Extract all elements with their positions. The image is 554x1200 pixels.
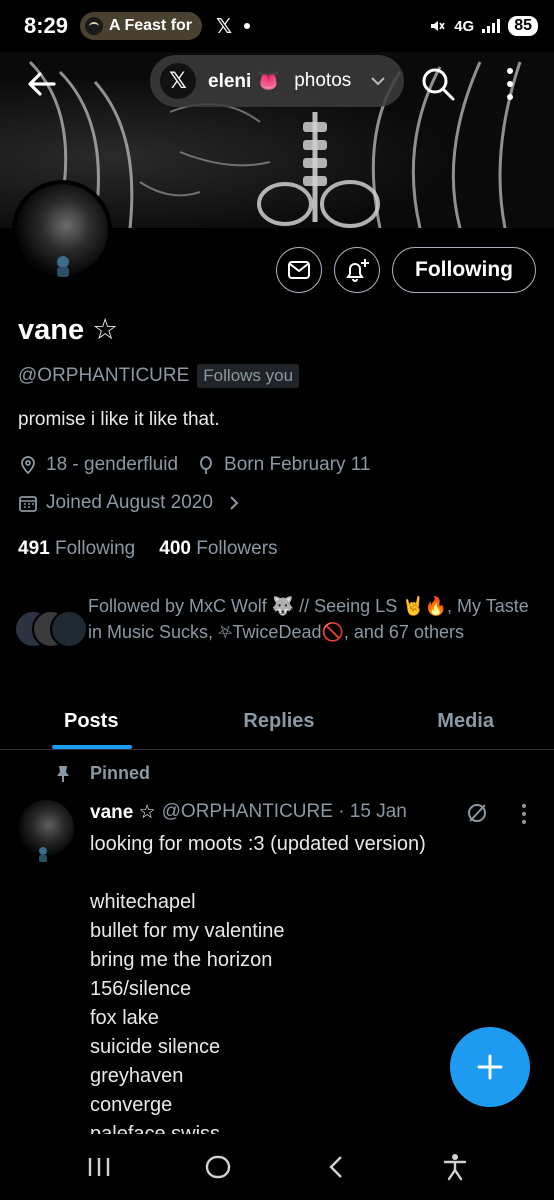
pill-section-label: photos [294,70,352,91]
followed-by-section[interactable]: Followed by MxC Wolf 🐺 // Seeing LS 🤘🔥, … [14,594,544,650]
followers-count-link[interactable]: 400 Followers [159,538,277,560]
post-avatar-badge-icon [39,847,47,862]
x-app-notification-icon: 𝕏 [216,15,233,38]
recents-icon [89,1158,110,1176]
notify-button[interactable] [334,247,380,293]
home-button[interactable] [198,1147,238,1187]
profile-meta-row: 18 - genderfluid Born February 11 [18,454,371,476]
follow-counts: 491 Following 400 Followers [18,538,278,560]
chevron-right-icon [230,496,239,510]
post-line: 156/silence [90,978,192,1000]
bell-plus-icon [346,259,369,282]
post-header: vane ☆ @ORPHANTICURE · 15 Jan [90,801,407,824]
more-options-icon[interactable] [500,64,520,104]
signal-icon [482,19,501,33]
post-line: fox lake [90,1007,159,1029]
plus-icon [477,1054,503,1080]
post-author-name[interactable]: vane ☆ [90,801,156,824]
follows-you-badge: Follows you [197,364,300,388]
grok-icon[interactable] [466,802,488,824]
pin-icon [57,765,69,782]
tab-replies[interactable]: Replies [207,694,350,749]
x-logo-icon: 𝕏 [160,63,196,99]
message-button[interactable] [276,247,322,293]
following-count: 491 [18,538,50,559]
mutual-avatar [50,610,88,648]
balloon-icon [200,456,212,474]
display-name: vane ☆ [18,314,119,346]
status-bar: 8:29 A Feast for 𝕏 4G 85 [0,0,554,52]
accessibility-button[interactable] [435,1147,475,1187]
battery-indicator: 85 [508,16,538,36]
network-label: 4G [454,17,475,35]
media-title: A Feast for [109,17,193,34]
post-line: looking for moots :3 (updated version) [90,833,426,855]
pinned-label: Pinned [90,763,151,783]
mutual-avatars [14,610,88,650]
recents-button[interactable] [79,1147,119,1187]
tab-media[interactable]: Media [351,694,554,749]
location-pin-icon [21,456,35,475]
post-line: paleface swiss [90,1123,221,1134]
chevron-down-icon [371,77,385,86]
back-button[interactable] [316,1147,356,1187]
accessibility-icon [443,1154,466,1181]
post-line [90,859,530,888]
mute-icon [431,21,445,31]
calendar-icon [19,496,37,512]
following-label: Following [54,538,136,559]
status-time: 8:29 [24,13,69,38]
pill-account-name: eleni 👅 [208,71,281,92]
followers-count: 400 [159,538,191,559]
followers-label: Followers [196,538,278,559]
profile-birthday: Born February 11 [224,454,371,475]
compose-button[interactable] [450,1027,530,1107]
user-handle: @ORPHANTICURE [18,365,190,386]
post-line: bring me the horizon [90,949,273,971]
notification-dot-icon [244,23,251,29]
post-line: bullet for my valentine [90,920,285,942]
profile-joined: Joined August 2020 [46,492,213,513]
following-button[interactable]: Following [392,247,536,293]
home-icon [205,1155,230,1179]
avatar-badge-icon [57,256,69,277]
account-switcher-pill[interactable]: 𝕏 eleni 👅 photos [150,55,404,107]
envelope-icon [288,261,310,279]
system-indicators: 4G 85 [428,16,538,36]
joined-row[interactable]: Joined August 2020 [18,492,239,514]
media-notification-pill[interactable]: A Feast for [80,12,203,40]
pinned-indicator: Pinned [56,763,150,784]
post-handle-date: @ORPHANTICURE · 15 Jan [161,801,407,822]
tab-posts[interactable]: Posts [0,694,207,749]
profile-tabs: Posts Replies Media [0,694,554,750]
post-line: whitechapel [90,891,196,913]
search-icon[interactable] [418,64,458,104]
profile-bio: promise i like it like that. [18,409,220,430]
profile-location: 18 - genderfluid [46,454,179,475]
post-more-icon[interactable] [522,804,528,824]
spotify-icon [85,17,104,35]
back-arrow-icon[interactable] [24,66,60,102]
system-navigation-bar [0,1134,554,1200]
back-chevron-icon [329,1156,343,1178]
followed-by-text: Followed by MxC Wolf 🐺 // Seeing LS 🤘🔥, … [88,596,529,642]
handle-row: @ORPHANTICURE Follows you [18,364,300,388]
following-count-link[interactable]: 491 Following [18,538,135,560]
